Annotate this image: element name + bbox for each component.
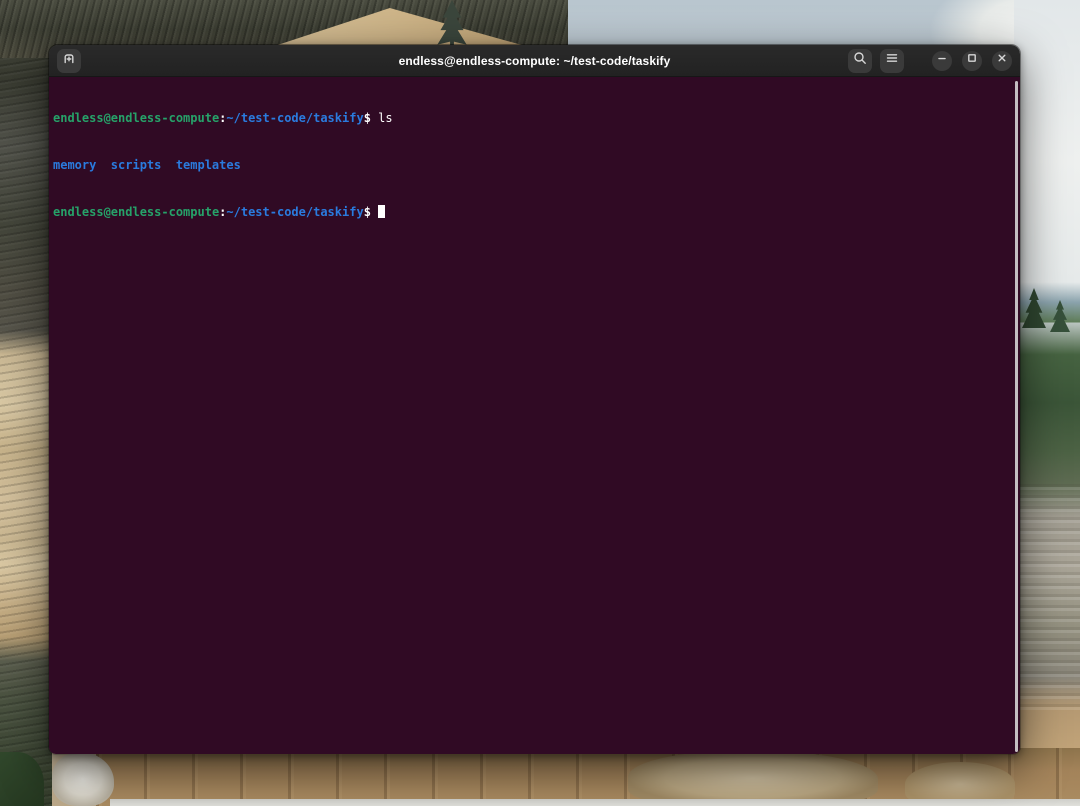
wallpaper-rocks-texture — [1014, 480, 1080, 710]
terminal-line-prompt: endless@endless-compute:~/test-code/task… — [53, 205, 1010, 221]
wallpaper-bottom-ledge — [110, 799, 1080, 806]
close-icon — [994, 50, 1010, 71]
menu-button[interactable] — [880, 49, 904, 73]
wallpaper-cabin-left-texture — [0, 0, 52, 806]
search-button[interactable] — [848, 49, 872, 73]
terminal-window: endless@endless-compute: ~/test-code/tas… — [48, 44, 1021, 755]
command-text: ls — [378, 111, 392, 125]
search-icon — [852, 50, 868, 71]
prompt-symbol: $ — [364, 205, 371, 219]
terminal-line-command: endless@endless-compute:~/test-code/task… — [53, 111, 1010, 127]
prompt-path: ~/test-code/taskify — [226, 111, 363, 125]
minimize-button[interactable] — [932, 51, 952, 71]
prompt-user-host: endless@endless-compute — [53, 111, 219, 125]
prompt-user-host: endless@endless-compute — [53, 205, 219, 219]
titlebar-controls — [848, 49, 1012, 73]
titlebar[interactable]: endless@endless-compute: ~/test-code/tas… — [49, 45, 1020, 77]
directory-entry: templates — [176, 158, 241, 172]
directory-entry: scripts — [111, 158, 162, 172]
minimize-icon — [934, 50, 950, 71]
close-button[interactable] — [992, 51, 1012, 71]
wallpaper-boulder — [628, 750, 878, 806]
menu-icon — [884, 50, 900, 71]
desktop: endless@endless-compute: ~/test-code/tas… — [0, 0, 1080, 806]
new-tab-icon — [61, 50, 77, 71]
maximize-icon — [964, 50, 980, 71]
directory-entry: memory — [53, 158, 96, 172]
terminal-cursor — [378, 205, 385, 218]
terminal-screen[interactable]: endless@endless-compute:~/test-code/task… — [49, 77, 1020, 755]
new-tab-button[interactable] — [57, 49, 81, 73]
maximize-button[interactable] — [962, 51, 982, 71]
prompt-path: ~/test-code/taskify — [226, 205, 363, 219]
terminal-line-output: memory scripts templates — [53, 158, 1010, 174]
prompt-symbol: $ — [364, 111, 371, 125]
scrollbar[interactable] — [1015, 81, 1018, 752]
